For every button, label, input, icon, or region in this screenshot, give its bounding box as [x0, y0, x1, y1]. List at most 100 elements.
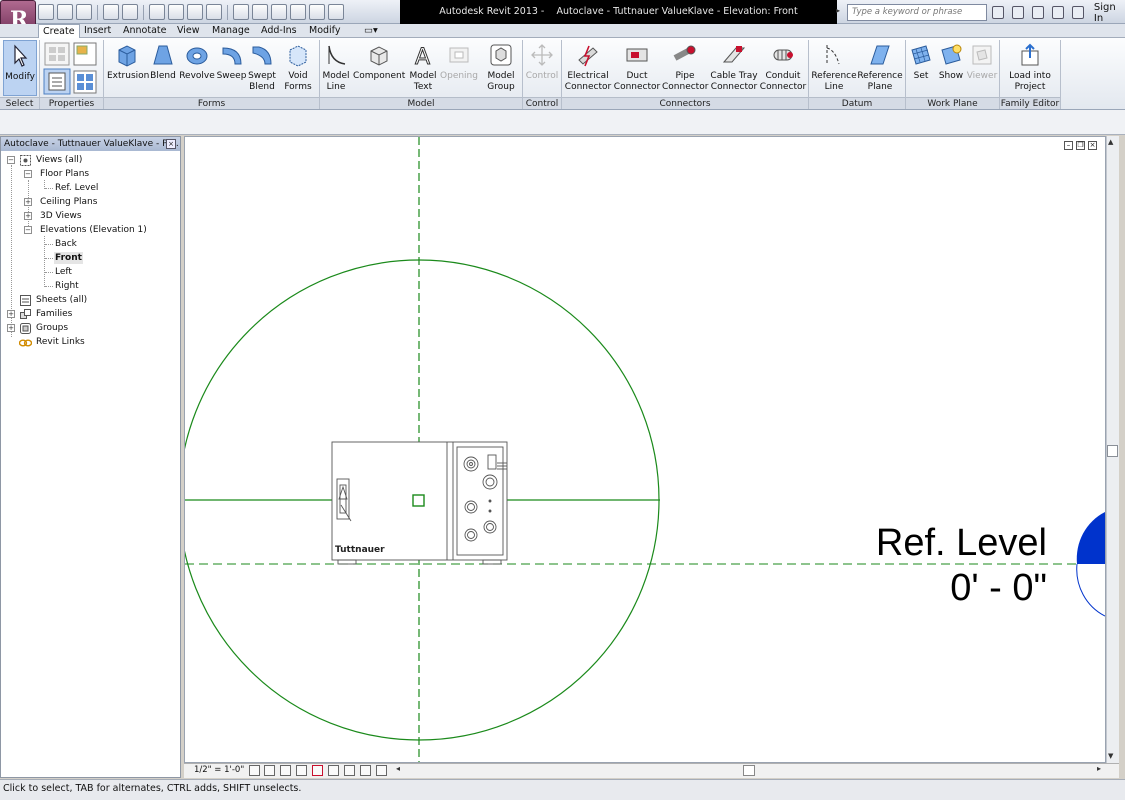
tree-item-left[interactable]: Left [55, 266, 72, 278]
tree-item-ref-level[interactable]: Ref. Level [55, 182, 98, 194]
revolve-button[interactable]: Revolve [179, 40, 215, 96]
tab-insert[interactable]: Insert [80, 24, 115, 38]
tab-annotate[interactable]: Annotate [119, 24, 170, 38]
redo-icon[interactable] [122, 4, 138, 20]
cable-tray-connector-button[interactable]: Cable Tray Connector [709, 40, 759, 96]
tree-item-sheets-all[interactable]: Sheets (all) [36, 294, 87, 306]
measure-icon[interactable] [149, 4, 165, 20]
level-head-symbol[interactable] [1076, 512, 1105, 564]
customize-qat-icon[interactable] [328, 4, 344, 20]
open-icon[interactable] [38, 4, 54, 20]
save-icon[interactable] [57, 4, 73, 20]
close-icon[interactable]: × [166, 139, 176, 149]
viewer-button[interactable]: Viewer [966, 40, 998, 96]
default-3d-view-icon[interactable] [233, 4, 249, 20]
reference-line-button[interactable]: Reference Line [810, 40, 858, 96]
model-group-button[interactable]: Model Group [484, 40, 518, 96]
subscription-key-icon[interactable] [1011, 6, 1024, 19]
undo-icon[interactable] [103, 4, 119, 20]
tree-item-back[interactable]: Back [55, 238, 77, 250]
detail-level-icon[interactable] [249, 765, 260, 776]
level-name-label[interactable]: Ref. Level [876, 522, 1047, 564]
tree-collapse-icon[interactable]: − [24, 170, 32, 178]
sync-icon[interactable] [76, 4, 92, 20]
swept-blend-button[interactable]: Swept Blend [247, 40, 277, 96]
control-button[interactable]: Control [524, 40, 560, 96]
scroll-right-icon[interactable]: ▸ [1097, 764, 1101, 773]
tree-item-front[interactable]: Front [54, 252, 83, 264]
section-icon[interactable] [252, 4, 268, 20]
close-windows-icon[interactable] [290, 4, 306, 20]
scroll-left-icon[interactable]: ◂ [396, 764, 400, 773]
tree-item-groups[interactable]: Groups [36, 322, 68, 334]
show-crop-region-icon[interactable] [328, 765, 339, 776]
modify-button[interactable]: Modify [3, 40, 37, 96]
show-work-plane-button[interactable]: Show [936, 40, 966, 96]
blend-button[interactable]: Blend [148, 40, 178, 96]
family-category-button[interactable] [43, 41, 71, 65]
temporary-hide-icon[interactable] [344, 765, 355, 776]
void-forms-button[interactable]: Void Forms [280, 40, 316, 96]
sign-in-link[interactable]: Sign In [1094, 2, 1125, 24]
favorites-icon[interactable] [1051, 6, 1064, 19]
tree-item-revit-links[interactable]: Revit Links [36, 336, 85, 348]
tree-expand-icon[interactable]: + [24, 198, 32, 206]
tree-expand-icon[interactable]: + [7, 324, 15, 332]
model-line-button[interactable]: Model Line [321, 40, 351, 96]
pipe-connector-button[interactable]: Pipe Connector [662, 40, 708, 96]
user-icon[interactable] [1071, 6, 1084, 19]
scroll-up-icon[interactable]: ▲ [1108, 138, 1113, 146]
properties-button[interactable] [43, 68, 71, 95]
tree-item-right[interactable]: Right [55, 280, 79, 292]
tag-icon[interactable] [187, 4, 203, 20]
tree-item-floor-plans[interactable]: Floor Plans [40, 168, 89, 180]
reveal-hidden-icon[interactable] [360, 765, 371, 776]
tree-expand-icon[interactable]: + [7, 310, 15, 318]
model-text-button[interactable]: A Model Text [407, 40, 439, 96]
visual-style-icon[interactable] [264, 765, 275, 776]
communication-star-icon[interactable] [1031, 6, 1044, 19]
dimension-icon[interactable] [168, 4, 184, 20]
opening-button[interactable]: Opening [440, 40, 478, 96]
tree-item-families[interactable]: Families [36, 308, 72, 320]
tab-modify[interactable]: Modify [305, 24, 344, 38]
type-properties-button[interactable] [73, 68, 99, 95]
tree-item-views-all[interactable]: Views (all) [36, 154, 82, 166]
tab-add-ins[interactable]: Add-Ins [257, 24, 301, 38]
vertical-scroll-thumb[interactable] [1107, 445, 1118, 457]
shadows-icon[interactable] [296, 765, 307, 776]
tab-manage[interactable]: Manage [208, 24, 254, 38]
switch-windows-icon[interactable] [309, 4, 325, 20]
tab-view[interactable]: View [173, 24, 204, 38]
horizontal-scroll-thumb[interactable] [743, 765, 755, 776]
contextual-tab-toggle-icon[interactable]: ▭▾ [360, 24, 382, 38]
scroll-down-icon[interactable]: ▼ [1108, 752, 1113, 760]
extrusion-button[interactable]: Extrusion [107, 40, 149, 96]
tree-item-elevations[interactable]: Elevations (Elevation 1) [40, 224, 147, 236]
tab-create[interactable]: Create [38, 24, 80, 39]
sun-path-icon[interactable] [280, 765, 291, 776]
search-expand-icon[interactable]: ▸ [836, 6, 840, 15]
tree-expand-icon[interactable]: + [24, 212, 32, 220]
tree-item-3d-views[interactable]: 3D Views [40, 210, 82, 222]
electrical-connector-button[interactable]: Electrical Connector [563, 40, 613, 96]
tree-item-ceiling-plans[interactable]: Ceiling Plans [40, 196, 97, 208]
conduit-connector-button[interactable]: Conduit Connector [759, 40, 807, 96]
binoculars-icon[interactable] [992, 6, 1004, 19]
reference-plane-button[interactable]: Reference Plane [857, 40, 903, 96]
duct-connector-button[interactable]: Duct Connector [613, 40, 661, 96]
origin-grip[interactable] [412, 494, 425, 507]
tree-collapse-icon[interactable]: − [7, 156, 15, 164]
crop-view-icon[interactable] [312, 765, 323, 776]
view-scale-selector[interactable]: 1/2" = 1'-0" [194, 764, 244, 777]
family-types-button[interactable] [73, 41, 99, 65]
level-elevation-label[interactable]: 0' - 0" [950, 567, 1047, 609]
analytical-model-icon[interactable] [376, 765, 387, 776]
sweep-button[interactable]: Sweep [216, 40, 247, 96]
component-button[interactable]: Component [353, 40, 405, 96]
search-input[interactable]: Type a keyword or phrase [847, 4, 987, 21]
tree-collapse-icon[interactable]: − [24, 226, 32, 234]
text-icon[interactable] [206, 4, 222, 20]
thin-lines-icon[interactable] [271, 4, 287, 20]
set-work-plane-button[interactable]: Set [907, 40, 935, 96]
